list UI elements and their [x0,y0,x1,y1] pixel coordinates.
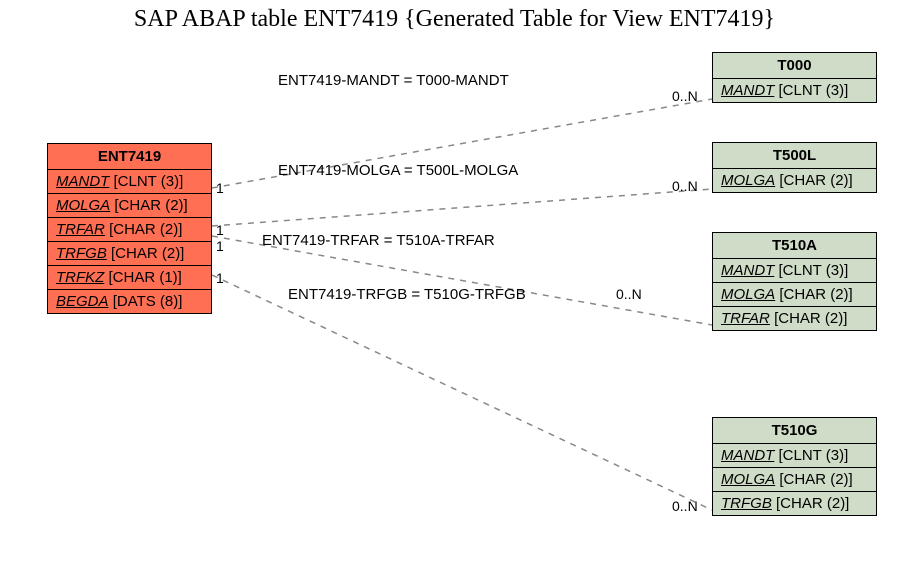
entity-ent7419-field-trfgb: TRFGB [CHAR (2)] [48,242,211,266]
entity-t510a-field-mandt: MANDT [CLNT (3)] [713,259,876,283]
entity-t000-field-mandt: MANDT [CLNT (3)] [713,79,876,102]
entity-t000-header: T000 [713,53,876,79]
relation-label-trfgb: ENT7419-TRFGB = T510G-TRFGB [288,286,526,303]
entity-t510g: T510G MANDT [CLNT (3)] MOLGA [CHAR (2)] … [712,417,877,516]
diagram-title: SAP ABAP table ENT7419 {Generated Table … [0,6,909,33]
entity-ent7419-field-mandt: MANDT [CLNT (3)] [48,170,211,194]
entity-t510a-field-trfar: TRFAR [CHAR (2)] [713,307,876,330]
entity-t000: T000 MANDT [CLNT (3)] [712,52,877,103]
entity-ent7419-field-molga: MOLGA [CHAR (2)] [48,194,211,218]
cardinality-left-r2a: 1 [216,222,224,238]
entity-t510a: T510A MANDT [CLNT (3)] MOLGA [CHAR (2)] … [712,232,877,331]
cardinality-right-r0: 0..N [672,88,698,104]
relation-label-mandt: ENT7419-MANDT = T000-MANDT [278,72,509,89]
entity-ent7419-field-trfkz: TRFKZ [CHAR (1)] [48,266,211,290]
entity-t500l: T500L MOLGA [CHAR (2)] [712,142,877,193]
cardinality-right-r3: 0..N [672,498,698,514]
entity-t510g-field-trfgb: TRFGB [CHAR (2)] [713,492,876,515]
entity-t510a-header: T510A [713,233,876,259]
entity-t500l-field-molga: MOLGA [CHAR (2)] [713,169,876,192]
entity-t510g-header: T510G [713,418,876,444]
entity-t500l-header: T500L [713,143,876,169]
cardinality-right-r1: 0..N [672,178,698,194]
relation-label-molga: ENT7419-MOLGA = T500L-MOLGA [278,162,518,179]
cardinality-left-r2b: 1 [216,238,224,254]
entity-t510g-field-molga: MOLGA [CHAR (2)] [713,468,876,492]
entity-ent7419-field-begda: BEGDA [DATS (8)] [48,290,211,313]
entity-t510a-field-molga: MOLGA [CHAR (2)] [713,283,876,307]
entity-ent7419: ENT7419 MANDT [CLNT (3)] MOLGA [CHAR (2)… [47,143,212,314]
relation-label-trfar: ENT7419-TRFAR = T510A-TRFAR [262,232,495,249]
cardinality-right-r2: 0..N [616,286,642,302]
cardinality-left-r1: 1 [216,180,224,196]
entity-ent7419-header: ENT7419 [48,144,211,170]
cardinality-left-r3: 1 [216,270,224,286]
entity-ent7419-field-trfar: TRFAR [CHAR (2)] [48,218,211,242]
entity-t510g-field-mandt: MANDT [CLNT (3)] [713,444,876,468]
